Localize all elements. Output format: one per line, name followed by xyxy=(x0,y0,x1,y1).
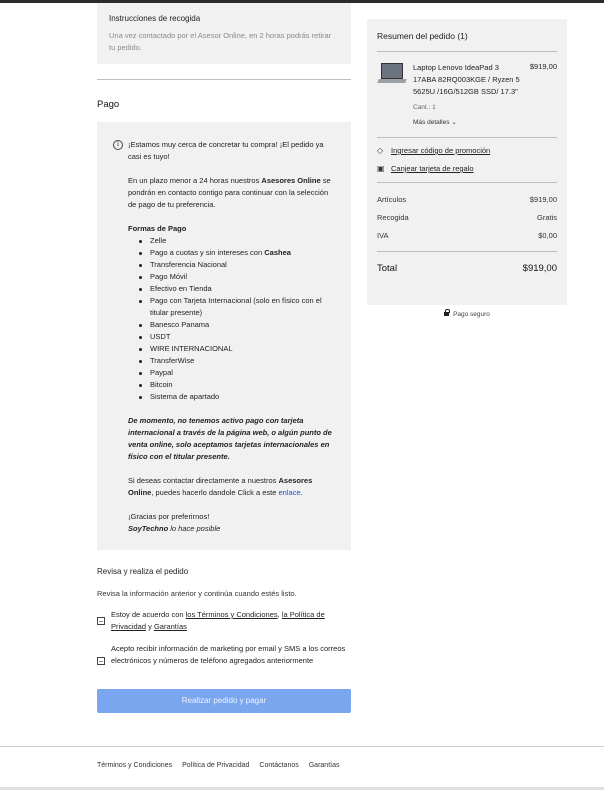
promo-code-link[interactable]: ◇ Ingresar código de promoción xyxy=(377,145,557,156)
terms-label: Estoy de acuerdo con los Términos y Cond… xyxy=(111,610,325,631)
payment-method-item: Pago a cuotas y sin intereses con Cashea xyxy=(128,247,336,259)
summary-divider xyxy=(377,182,557,183)
marketing-label: Acepto recibir información de marketing … xyxy=(111,644,346,665)
brand-tagline: SoyTechno lo hace posible xyxy=(128,524,221,533)
more-details-toggle[interactable]: Más detalles ⌄ xyxy=(413,117,523,129)
marketing-checkbox[interactable] xyxy=(97,657,105,665)
payment-method-item: Sistema de apartado xyxy=(128,391,336,403)
footer-divider xyxy=(0,746,604,747)
payment-method-item: Pago con Tarjeta Internacional (solo en … xyxy=(128,295,336,319)
tag-icon: ◇ xyxy=(377,146,384,155)
payment-method-item: Banesco Panama xyxy=(128,319,336,331)
payment-title: Pago xyxy=(97,99,120,110)
gift-icon: ▣ xyxy=(377,164,385,173)
payment-method-item: Efectivo en Tienda xyxy=(128,283,336,295)
terms-link[interactable]: los Términos y Condiciones xyxy=(186,610,278,619)
payment-method-item: Paypal xyxy=(128,367,336,379)
payment-method-item: TransferWise xyxy=(128,355,336,367)
chevron-down-icon: ⌄ xyxy=(451,119,457,126)
thanks-text: ¡Gracias por preferirnos! xyxy=(128,512,210,521)
footer-link-privacy[interactable]: Política de Privacidad xyxy=(182,762,249,769)
review-title: Revisa y realiza el pedido xyxy=(97,567,189,576)
payment-method-item: Bitcoin xyxy=(128,379,336,391)
summary-line-pickup: Recogida Gratis xyxy=(377,213,557,222)
review-subtitle: Revisa la información anterior y continú… xyxy=(97,589,297,598)
payment-method-item: Zelle xyxy=(128,235,336,247)
footer-links: Términos y Condiciones Política de Priva… xyxy=(97,762,339,769)
secure-payment: Pago seguro xyxy=(367,309,567,318)
pickup-instructions: Instrucciones de recogida Una vez contac… xyxy=(97,3,351,64)
contact-link[interactable]: enlace xyxy=(279,488,301,497)
product-quantity: Cant.: 1 xyxy=(413,104,436,111)
payment-method-item: WIRE INTERNACIONAL xyxy=(128,343,336,355)
gift-card-link[interactable]: ▣ Canjear tarjeta de regalo xyxy=(377,163,557,174)
section-divider xyxy=(97,79,351,80)
payment-methods-title: Formas de Pago xyxy=(128,224,187,233)
payment-info-box: i ¡Estamos muy cerca de concretar tu com… xyxy=(97,122,351,550)
marketing-row: Acepto recibir información de marketing … xyxy=(97,643,351,667)
terms-row: Estoy de acuerdo con los Términos y Cond… xyxy=(97,609,351,633)
payment-method-item: Transferencia Nacional xyxy=(128,259,336,271)
payment-notice: De momento, no tenemos activo pago con t… xyxy=(128,416,332,461)
product-name: Laptop Lenovo IdeaPad 3 17ABA 82RQ003KGE… xyxy=(413,63,520,96)
payment-methods-list: Zelle Pago a cuotas y sin intereses con … xyxy=(128,235,336,403)
summary-total: Total $919,00 xyxy=(377,251,557,274)
laptop-thumbnail[interactable] xyxy=(377,62,407,88)
pickup-text: Una vez contactado por el Asesor Online,… xyxy=(109,31,332,52)
payment-paragraph: En un plazo menor a 24 horas nuestros As… xyxy=(128,176,331,209)
pickup-title: Instrucciones de recogida xyxy=(109,14,201,23)
terms-checkbox[interactable] xyxy=(97,617,105,625)
product-price: $919,00 xyxy=(529,62,557,71)
payment-intro: ¡Estamos muy cerca de concretar tu compr… xyxy=(128,140,324,161)
summary-line-tax: IVA $0,00 xyxy=(377,231,557,240)
lock-icon xyxy=(444,309,451,316)
product-item: Laptop Lenovo IdeaPad 3 17ABA 82RQ003KGE… xyxy=(377,62,557,129)
summary-line-items: Artículos $919,00 xyxy=(377,195,557,204)
payment-method-item: USDT xyxy=(128,331,336,343)
warranty-link[interactable]: Garantías xyxy=(154,622,187,631)
footer-link-warranty[interactable]: Garantías xyxy=(309,762,340,769)
order-summary: Resumen del pedido (1) Laptop Lenovo Ide… xyxy=(367,19,567,305)
footer-link-terms[interactable]: Términos y Condiciones xyxy=(97,762,172,769)
footer-link-contact[interactable]: Contáctanos xyxy=(259,762,298,769)
contact-paragraph: Si deseas contactar directamente a nuest… xyxy=(128,476,313,497)
place-order-button[interactable]: Realizar pedido y pagar xyxy=(97,689,351,713)
summary-divider xyxy=(377,137,557,138)
summary-title: Resumen del pedido (1) xyxy=(377,31,557,52)
payment-method-item: Pago Móvil xyxy=(128,271,336,283)
info-icon: i xyxy=(113,140,123,150)
